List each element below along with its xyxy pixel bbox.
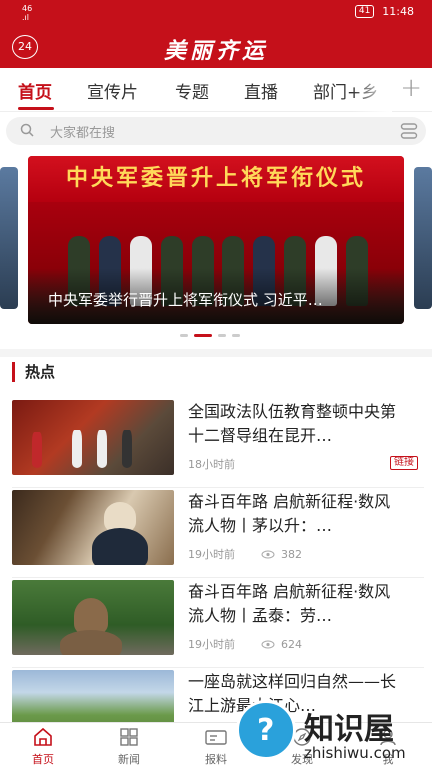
battery-indicator: 41 (354, 5, 375, 18)
views-eye-icon (261, 550, 275, 558)
view-count: 624 (281, 637, 302, 651)
news-time: 19小时前 (188, 638, 235, 651)
section-title-hot: 热点 (12, 362, 55, 382)
grid-icon (120, 728, 138, 746)
signal-indicator: 46 .ıl (22, 4, 33, 22)
search-icon (20, 123, 34, 137)
nav-label: 首页 (32, 753, 54, 766)
tab-topics[interactable]: 专题 (175, 78, 209, 103)
banner-headline: 中央军委晋升上将军衔仪式 (28, 156, 404, 202)
tab-underline (18, 107, 54, 110)
carousel-prev-peek[interactable] (0, 167, 18, 309)
id-card-icon (205, 730, 227, 745)
carousel-indicator (180, 334, 240, 337)
views-eye-icon (261, 640, 275, 648)
news-time: 19小时前 (188, 548, 235, 561)
news-thumbnail (12, 400, 174, 475)
news-title: 奋斗百年路 启航新征程·数风流人物丨茅以升：… (188, 492, 391, 535)
watermark-url: zhishiwu.com (304, 744, 406, 762)
app-title: 美丽齐运 (163, 38, 268, 64)
news-item[interactable]: 奋斗百年路 启航新征程·数风流人物丨茅以升：… 19小时前 382 (12, 490, 424, 578)
scan-icon[interactable] (400, 122, 418, 140)
view-count: 382 (281, 547, 302, 561)
link-badge: 链接 (390, 456, 418, 470)
banner-slide[interactable]: 中央军委晋升上将军衔仪式 中央军委举行晋升上将军衔仪式 习近平… (28, 156, 404, 324)
status-bar: 46 .ıl 41 11:48 (0, 0, 432, 26)
channel-tabs: 首页 宣传片 专题 直播 部门+乡 + (0, 68, 432, 112)
news-thumbnail (12, 490, 174, 565)
search-bar[interactable]: 大家都在搜 (6, 117, 426, 145)
tab-promo-video[interactable]: 宣传片 (87, 78, 138, 103)
carousel-next-peek[interactable] (414, 167, 432, 309)
nav-news[interactable]: 新闻 (99, 727, 159, 767)
news-title: 全国政法队伍教育整顿中央第十二督导组在昆开… (188, 402, 397, 445)
add-channel-icon[interactable]: + (400, 73, 422, 103)
tab-home[interactable]: 首页 (18, 78, 52, 103)
news-item[interactable]: 奋斗百年路 启航新征程·数风流人物丨孟泰：劳… 19小时前 624 (12, 580, 424, 668)
watermark-logo: ? 知识屋 zhishiwu.com (236, 700, 432, 768)
app-header: 24 美丽齐运 (0, 26, 432, 68)
clock: 11:48 (382, 5, 414, 18)
search-placeholder: 大家都在搜 (50, 126, 116, 141)
home-icon (34, 727, 52, 746)
news-item[interactable]: 全国政法队伍教育整顿中央第十二督导组在昆开… 18小时前 链接 (12, 400, 424, 488)
tab-live[interactable]: 直播 (244, 78, 278, 103)
section-separator (0, 349, 432, 357)
news-thumbnail (12, 580, 174, 655)
nav-home[interactable]: 首页 (13, 727, 73, 767)
nav-label: 新闻 (118, 753, 140, 766)
watermark-mark: ? (236, 700, 296, 760)
nav-label: 报料 (205, 753, 227, 766)
news-title: 奋斗百年路 启航新征程·数风流人物丨孟泰：劳… (188, 582, 391, 625)
watermark-text: 知识屋 (304, 712, 394, 747)
banner-caption: 中央军委举行晋升上将军衔仪式 习近平… (48, 291, 323, 309)
news-time: 18小时前 (188, 458, 235, 471)
